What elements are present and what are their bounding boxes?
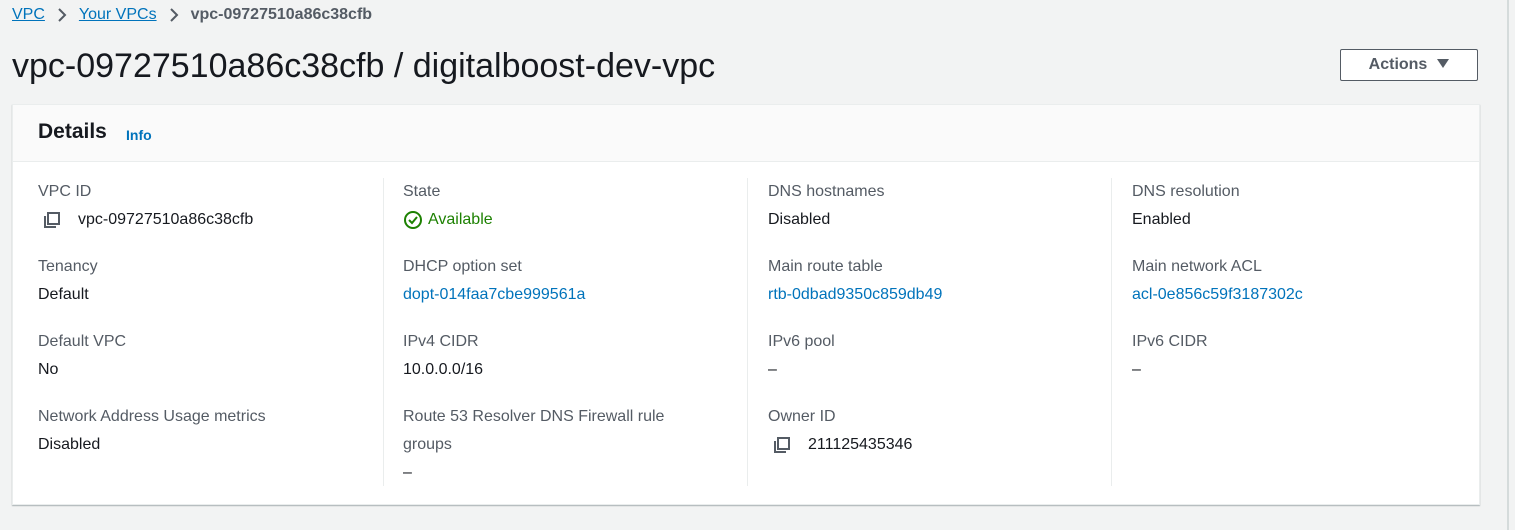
field-route53-firewall-rule-groups: Route 53 Resolver DNS Firewall rule grou…	[403, 403, 743, 487]
field-value-row: 211125435346	[768, 431, 1108, 459]
field-value: Disabled	[768, 211, 831, 228]
field-value-row: Available	[403, 206, 743, 234]
details-title: Details	[38, 120, 107, 143]
field-main-network-acl: Main network ACL acl-0e856c59f3187302c	[1132, 253, 1472, 309]
page-title: vpc-09727510a86c38cfb / digitalboost-dev…	[12, 47, 716, 85]
field-main-route-table: Main route table rtb-0dbad9350c859db49	[768, 253, 1108, 309]
details-column-1: VPC ID vpc-09727510a86c38cfb Tenancy Def…	[38, 178, 402, 486]
actions-button[interactable]: Actions	[1340, 49, 1478, 81]
field-value: –	[768, 361, 777, 378]
field-value: Enabled	[1132, 211, 1191, 228]
field-label-line1: Route 53 Resolver DNS Firewall rule	[403, 408, 665, 425]
details-column-3: DNS hostnames Disabled Main route table …	[768, 178, 1132, 486]
field-ipv6-pool: IPv6 pool –	[768, 328, 1108, 384]
field-vpc-id: VPC ID vpc-09727510a86c38cfb	[38, 178, 378, 234]
field-label: IPv6 pool	[768, 333, 835, 350]
field-value-row: vpc-09727510a86c38cfb	[38, 206, 378, 234]
field-value: –	[1132, 361, 1141, 378]
field-value: –	[403, 464, 412, 481]
field-label: Main network ACL	[1132, 258, 1262, 275]
copy-icon[interactable]	[42, 210, 62, 230]
status-text: Available	[428, 211, 493, 228]
column-divider	[747, 178, 748, 486]
field-label: Default VPC	[38, 333, 127, 350]
field-value: Disabled	[38, 436, 101, 453]
page-edge	[1507, 0, 1509, 530]
field-default-vpc: Default VPC No	[38, 328, 378, 384]
status-ok-icon	[403, 210, 423, 230]
field-network-address-usage: Network Address Usage metrics Disabled	[38, 403, 378, 459]
field-label: Main route table	[768, 258, 883, 275]
field-label: Tenancy	[38, 258, 98, 275]
field-tenancy: Tenancy Default	[38, 253, 378, 309]
field-dns-resolution: DNS resolution Enabled	[1132, 178, 1472, 234]
breadcrumb-vpc[interactable]: VPC	[12, 6, 45, 24]
main-network-acl-link[interactable]: acl-0e856c59f3187302c	[1132, 281, 1472, 309]
field-label: Owner ID	[768, 408, 836, 425]
copy-icon[interactable]	[772, 435, 792, 455]
field-label: Network Address Usage metrics	[38, 408, 266, 425]
field-label: DNS hostnames	[768, 183, 885, 200]
details-column-4: DNS resolution Enabled Main network ACL …	[1132, 178, 1496, 486]
field-value: 211125435346	[808, 436, 913, 453]
field-label: IPv4 CIDR	[403, 333, 479, 350]
field-label: DHCP option set	[403, 258, 522, 275]
field-label: IPv6 CIDR	[1132, 333, 1208, 350]
field-value: Default	[38, 286, 89, 303]
field-value: 10.0.0.0/16	[403, 361, 484, 378]
chevron-right-icon	[57, 8, 67, 22]
details-panel: Details Info VPC ID vpc-09727510a86c38cf…	[12, 104, 1480, 505]
breadcrumb-your-vpcs[interactable]: Your VPCs	[79, 6, 157, 24]
field-value: No	[38, 361, 59, 378]
main-route-table-link[interactable]: rtb-0dbad9350c859db49	[768, 281, 1108, 309]
field-label: State	[403, 183, 441, 200]
field-label: VPC ID	[38, 183, 92, 200]
breadcrumb-current: vpc-09727510a86c38cfb	[190, 6, 373, 23]
field-owner-id: Owner ID 211125435346	[768, 403, 1108, 459]
chevron-right-icon	[169, 8, 179, 22]
field-label-line2: groups	[403, 436, 452, 453]
field-dns-hostnames: DNS hostnames Disabled	[768, 178, 1108, 234]
caret-down-icon	[1437, 58, 1450, 72]
field-value: vpc-09727510a86c38cfb	[78, 211, 254, 228]
field-dhcp-option-set: DHCP option set dopt-014faa7cbe999561a	[403, 253, 743, 309]
dhcp-option-set-link[interactable]: dopt-014faa7cbe999561a	[403, 281, 743, 309]
column-divider	[1111, 178, 1112, 486]
details-header: Details Info	[13, 105, 1479, 162]
actions-label: Actions	[1368, 56, 1428, 73]
info-link[interactable]: Info	[126, 127, 152, 143]
column-divider	[383, 178, 384, 486]
field-ipv6-cidr: IPv6 CIDR –	[1132, 328, 1472, 384]
details-column-2: State Available DHCP option set dopt-014…	[403, 178, 767, 486]
field-label: DNS resolution	[1132, 183, 1240, 200]
breadcrumb: VPC Your VPCs vpc-09727510a86c38cfb	[12, 4, 372, 26]
field-state: State Available	[403, 178, 743, 234]
field-ipv4-cidr: IPv4 CIDR 10.0.0.0/16	[403, 328, 743, 384]
